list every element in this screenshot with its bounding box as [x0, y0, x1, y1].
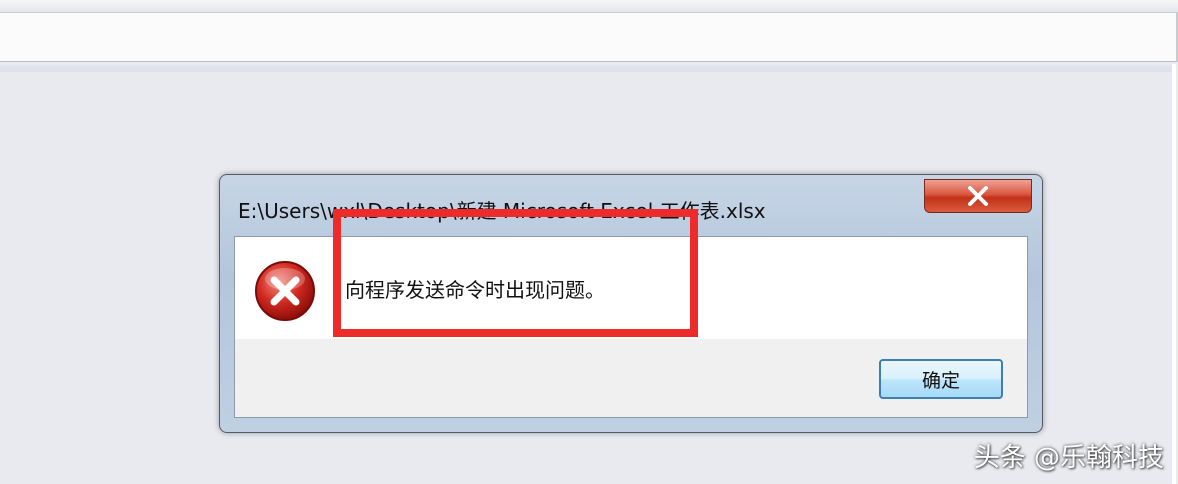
- close-button[interactable]: [924, 179, 1032, 213]
- top-toolbar-strip: [0, 0, 1178, 13]
- watermark: 头条 @乐翰科技: [973, 443, 1164, 473]
- workspace-shadow: [0, 66, 1172, 72]
- annotation-highlight-box: [333, 209, 698, 337]
- ribbon-bar: [0, 13, 1178, 62]
- close-icon: [968, 186, 988, 206]
- ok-button[interactable]: 确定: [879, 359, 1003, 399]
- error-icon: [255, 261, 315, 321]
